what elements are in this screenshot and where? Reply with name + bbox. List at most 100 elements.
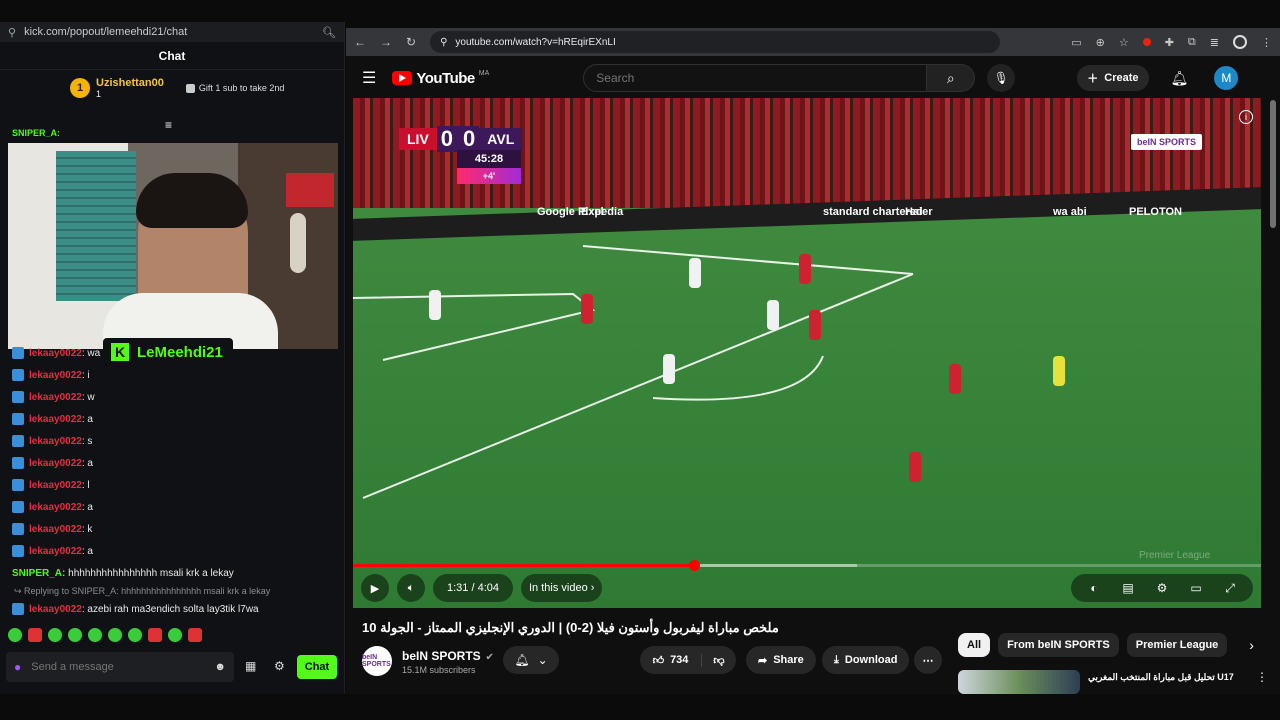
settings-gear-icon[interactable]: ⚙ (1147, 581, 1177, 595)
chat-username[interactable]: lekaay0022 (29, 436, 82, 447)
chat-username[interactable]: lekaay0022 (29, 546, 82, 557)
chip-premier-league[interactable]: Premier League (1126, 633, 1228, 657)
chip-from-channel[interactable]: From beIN SPORTS (998, 633, 1119, 657)
volume-icon[interactable]: 🔈︎ (397, 574, 425, 602)
sub-badge-icon (12, 501, 24, 513)
chat-message: lekaay0022: azebi rah ma3endich solta la… (0, 598, 344, 620)
chat-message: lekaay0022: i (0, 364, 344, 386)
back-icon[interactable]: ← (354, 35, 366, 49)
account-avatar[interactable]: M (1214, 66, 1239, 90)
expand-icon[interactable]: ≡ (165, 118, 172, 132)
video-player[interactable]: Google Pixel Expedia standard chartered … (353, 98, 1261, 608)
recording-icon[interactable] (1142, 38, 1151, 46)
gift-sub-label: Gift 1 sub to take 2nd (198, 83, 285, 93)
tab-search-icon[interactable]: ≣ (1210, 36, 1219, 49)
chat-text: : azebi rah ma3endich solta lay3tik l7wa (81, 603, 259, 615)
channel-info: beIN SPORTS beIN SPORTS ✔ 15.1M subscrib… (362, 646, 494, 676)
emote-icon[interactable] (168, 628, 182, 642)
emote-icon[interactable] (128, 628, 142, 642)
dislike-button[interactable]: 👎︎ (702, 654, 736, 667)
microphone-icon[interactable]: ● (14, 660, 21, 674)
youtube-play-icon (392, 71, 413, 85)
recommended-title[interactable]: U17 تحليل قبل مباراة المنتخب المغربي (1088, 672, 1238, 694)
chevron-right-icon[interactable]: › (1249, 637, 1254, 653)
recommended-thumbnail[interactable] (958, 670, 1080, 694)
sub-badge-icon (12, 603, 24, 615)
referee (1053, 356, 1065, 386)
extension-icon[interactable]: ✚ (1165, 36, 1174, 49)
more-actions-button[interactable]: ⋯ (914, 646, 942, 674)
emote-icon[interactable] (8, 628, 22, 642)
subscription-bell-button[interactable]: 🔔︎ ⌄ (503, 646, 559, 674)
address-bar[interactable]: ⚲ youtube.com/watch?v=hREqirEXnLI (430, 31, 1001, 53)
chat-username[interactable]: lekaay0022 (29, 392, 82, 403)
download-button[interactable]: ⤓ Download (822, 646, 910, 674)
notifications-bell-icon[interactable]: 🔔︎ (1171, 70, 1189, 87)
emote-icon[interactable] (68, 628, 82, 642)
play-icon[interactable]: ▶ (361, 574, 389, 602)
info-icon[interactable]: i (1239, 110, 1253, 124)
settings-gear-icon[interactable]: ⚙ (274, 659, 285, 673)
autoplay-toggle-icon[interactable]: ◐ (1079, 581, 1109, 595)
scrubber-handle[interactable] (688, 560, 700, 571)
search-button[interactable]: ⌕ (927, 64, 976, 92)
emote-icon[interactable] (188, 628, 202, 642)
extensions-puzzle-icon[interactable]: ⧉ (1188, 36, 1196, 49)
kick-address-bar[interactable]: ⚲ kick.com/popout/lemeehdi21/chat 🔍︎ (0, 22, 344, 42)
store-icon[interactable]: ▦ (245, 659, 256, 673)
cast-icon[interactable]: ▭ (1071, 36, 1081, 49)
subtitles-icon[interactable]: ▤ (1113, 581, 1143, 595)
share-button[interactable]: ➦ Share (746, 646, 816, 674)
top-gifter-name[interactable]: Uzishettan00 (96, 77, 164, 89)
search-input[interactable] (583, 64, 928, 92)
recommended-video[interactable]: U17 تحليل قبل مباراة المنتخب المغربي ⋮ (958, 670, 1268, 694)
emote-icon[interactable] (28, 628, 42, 642)
chat-username[interactable]: lekaay0022 (29, 604, 82, 615)
profile-icon[interactable] (1233, 35, 1247, 49)
site-info-icon[interactable]: ⚲ (440, 37, 447, 48)
channel-name[interactable]: beIN SPORTS (402, 649, 481, 663)
voice-search-icon[interactable]: 🎙︎ (987, 64, 1016, 92)
emote-icon[interactable] (88, 628, 102, 642)
youtube-logo[interactable]: YouTube MA (392, 70, 489, 87)
bookmark-star-icon[interactable]: ☆ (1119, 36, 1129, 49)
chat-username[interactable]: lekaay0022 (29, 414, 82, 425)
browser-menu-icon[interactable]: ⋮ (1261, 36, 1272, 49)
page-scrollbar[interactable] (1270, 100, 1276, 228)
chat-username[interactable]: lekaay0022 (29, 524, 82, 535)
chat-username[interactable]: lekaay0022 (29, 480, 82, 491)
zoom-icon[interactable]: 🔍︎ (322, 26, 336, 39)
site-info-icon[interactable]: ⚲ (8, 26, 16, 39)
gift-sub-button[interactable]: Gift 1 sub to take 2nd (185, 83, 285, 93)
emote-icon[interactable] (108, 628, 122, 642)
like-button[interactable]: 👍︎ 734 (640, 653, 702, 667)
reload-icon[interactable]: ↻ (406, 35, 416, 49)
more-vert-icon[interactable]: ⋮ (1256, 670, 1268, 694)
chat-username[interactable]: SNIPER_A: (12, 568, 65, 579)
progress-bar[interactable] (353, 560, 1261, 571)
forward-icon[interactable]: → (380, 35, 392, 49)
emote-icon[interactable] (148, 628, 162, 642)
channel-avatar[interactable]: beIN SPORTS (362, 646, 392, 676)
sub-badge-icon (12, 457, 24, 469)
menu-icon[interactable]: ☰ (362, 68, 376, 88)
chat-username[interactable]: lekaay0022 (29, 458, 82, 469)
chat-message-input[interactable] (31, 661, 205, 673)
send-chat-button[interactable]: Chat (297, 655, 337, 679)
chat-username[interactable]: lekaay0022 (29, 348, 82, 359)
theater-mode-icon[interactable]: ▭ (1181, 581, 1211, 595)
chat-username[interactable]: lekaay0022 (29, 502, 82, 513)
chapters-button[interactable]: In this video › (521, 574, 603, 602)
player (663, 354, 675, 384)
share-label: Share (773, 654, 804, 666)
emote-icon[interactable] (48, 628, 62, 642)
chat-message: SNIPER_A: hhhhhhhhhhhhhhhh msali krk a l… (0, 562, 344, 584)
rank-badge: 1 (70, 78, 90, 98)
emoji-picker-icon[interactable]: ☻ (214, 661, 226, 673)
fullscreen-icon[interactable]: ⤢ (1215, 581, 1245, 596)
zoom-icon[interactable]: ⊕ (1096, 36, 1105, 49)
create-button[interactable]: ＋ Create (1077, 65, 1149, 91)
chip-all[interactable]: All (958, 633, 991, 657)
download-label: Download (844, 654, 898, 666)
chat-username[interactable]: lekaay0022 (29, 370, 82, 381)
